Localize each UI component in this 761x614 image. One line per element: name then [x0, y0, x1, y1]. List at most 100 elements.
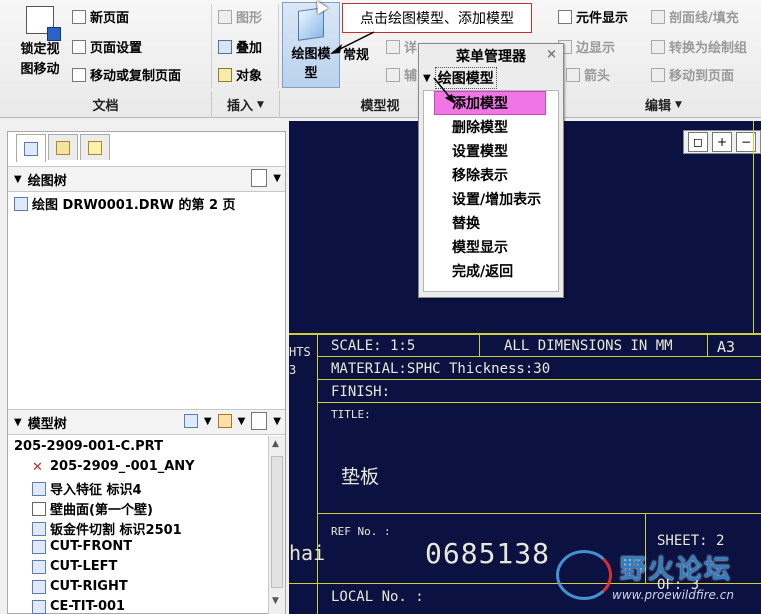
arrow-label: 箭头: [584, 69, 611, 84]
page-setup-icon: [72, 39, 86, 54]
title-block-line: [317, 333, 318, 614]
tree-view-icon: [24, 141, 38, 156]
drawing-tree-item[interactable]: 绘图 DRW0001.DRW 的第 2 页: [14, 194, 236, 213]
chevron-down-icon: ▼: [257, 99, 264, 110]
lock-view-move-button[interactable]: 锁定视 图移动: [12, 6, 68, 88]
graphic-button[interactable]: 图形: [218, 7, 262, 26]
new-page-button[interactable]: 新页面: [72, 7, 129, 26]
list-item[interactable]: CUT-LEFT: [32, 559, 117, 574]
model-tree-settings-icon[interactable]: [251, 412, 268, 430]
zoom-in-icon[interactable]: +: [712, 132, 732, 152]
list-item[interactable]: 钣金件切割 标识2501: [32, 519, 182, 538]
move-copy-page-label: 移动或复制页面: [90, 69, 182, 84]
chevron-down-icon[interactable]: ▼: [204, 416, 212, 427]
model-tree-title: 模型树: [27, 416, 67, 432]
collapse-triangle-icon[interactable]: ▼: [14, 174, 22, 185]
cut-icon: [32, 599, 46, 614]
tab-folder-browser[interactable]: [48, 134, 78, 160]
list-item[interactable]: CUT-RIGHT: [32, 579, 128, 594]
menu-item-remove-representation[interactable]: 移除表示: [424, 163, 558, 187]
menu-manager-title: 菜单管理器 ×: [456, 47, 557, 65]
list-item[interactable]: ✕ 205-2909_-001_ANY: [32, 459, 195, 475]
menu-item-replace[interactable]: 替换: [424, 211, 558, 235]
drawing-tree-header[interactable]: ▼ 绘图树 ▼: [8, 166, 285, 192]
show-icon[interactable]: [183, 414, 198, 428]
chevron-down-icon[interactable]: ▼: [273, 173, 281, 184]
move-copy-page-icon: [72, 67, 86, 82]
ribbon-divider: [278, 4, 279, 88]
object-label: 对象: [236, 69, 263, 84]
menu-arrow-icon: [433, 77, 455, 104]
forum-watermark: 野火论坛 www.proewildfire.cn: [546, 546, 761, 614]
navigator-panel: ▼ 绘图树 ▼ 绘图 DRW0001.DRW 的第 2 页 ▼ 模型树 ▼ ▼ …: [7, 131, 286, 614]
model-tree-root[interactable]: 205-2909-001-C.PRT: [14, 439, 163, 454]
page-setup-button[interactable]: 页面设置: [72, 37, 142, 56]
move-to-page-button[interactable]: 移动到页面: [651, 65, 734, 84]
all-dimensions-text: ALL DIMENSIONS IN MM: [504, 338, 673, 354]
overlay-button[interactable]: 叠加: [218, 37, 262, 56]
menu-item-set-add-representation[interactable]: 设置/增加表示: [424, 187, 558, 211]
convert-draw-group-icon: [651, 39, 665, 54]
title-block-line: [317, 379, 761, 380]
arrow-button[interactable]: 箭头: [566, 65, 610, 84]
ref-no-label: REF No. :: [331, 525, 391, 538]
ref-no-value: 0685138: [425, 537, 551, 570]
arrow-icon: [566, 67, 580, 82]
finish-text: FINISH:: [331, 384, 391, 400]
auxiliary-view-label: 辅: [404, 69, 418, 84]
model-tree-header[interactable]: ▼ 模型树 ▼ ▼ ▼: [8, 409, 285, 435]
object-icon: [218, 67, 232, 82]
material-text: MATERIAL:SPHC Thickness:30: [331, 361, 551, 377]
title-block-line: [317, 356, 761, 357]
title-block-line: [289, 333, 761, 335]
drawing-tree-settings-icon[interactable]: [251, 169, 268, 187]
object-button[interactable]: 对象: [218, 65, 262, 84]
menu-item-set-model[interactable]: 设置模型: [424, 139, 558, 163]
cut-icon: [32, 559, 46, 574]
scroll-up-icon[interactable]: ▲: [272, 439, 279, 449]
title-block-line: [707, 333, 708, 356]
left-cut-text: HTS: [289, 345, 311, 359]
list-item[interactable]: CE-TIT-001: [32, 599, 125, 614]
page-setup-label: 页面设置: [90, 41, 143, 56]
title-block-line: [317, 402, 761, 403]
menu-item-model-display[interactable]: 模型显示: [424, 235, 558, 259]
chevron-down-icon[interactable]: ▼: [273, 416, 281, 427]
scrollbar-thumb[interactable]: [271, 456, 283, 588]
insert-group-dropdown[interactable]: 插入 ▼: [212, 91, 280, 118]
drawing-model-label-line2: 型: [304, 66, 318, 81]
list-item[interactable]: 壁曲面(第一个壁): [32, 499, 153, 518]
lock-view-label-line1: 锁定视: [20, 42, 60, 57]
model-tree-scrollbar[interactable]: ▲ ▼: [268, 436, 285, 614]
auxiliary-view-icon: [386, 67, 400, 82]
left-cut-text: hai: [289, 541, 326, 565]
auxiliary-view-button[interactable]: 辅: [386, 65, 417, 84]
list-item[interactable]: 导入特征 标识4: [32, 479, 142, 498]
element-display-button[interactable]: 元件显示: [558, 7, 628, 26]
convert-draw-group-button[interactable]: 转换为绘制组: [651, 37, 747, 56]
menu-item-delete-model[interactable]: 删除模型: [424, 115, 558, 139]
edit-group-dropdown[interactable]: 编辑 ▼: [566, 91, 761, 118]
watermark-title: 野火论坛: [620, 555, 733, 585]
chevron-down-icon[interactable]: ▼: [238, 416, 246, 427]
hatch-fill-button[interactable]: 剖面线/填充: [651, 7, 739, 26]
lock-view-label-line2: 图移动: [20, 62, 60, 77]
title-block-line: [317, 513, 761, 514]
refit-icon[interactable]: ◻: [688, 132, 708, 152]
detail-view-button[interactable]: 详: [386, 37, 417, 56]
list-item[interactable]: CUT-FRONT: [32, 539, 132, 554]
hatch-fill-label: 剖面线/填充: [669, 11, 739, 26]
tools-icon[interactable]: [217, 414, 232, 428]
navigator-tabs: [16, 134, 110, 162]
left-cut-text: 3: [289, 363, 297, 377]
folder-icon: [56, 140, 70, 155]
collapse-triangle-icon[interactable]: ▼: [14, 417, 22, 428]
menu-item-done-return[interactable]: 完成/返回: [424, 259, 558, 283]
tab-tree-view[interactable]: [16, 134, 46, 162]
cut-icon: [32, 539, 46, 554]
move-copy-page-button[interactable]: 移动或复制页面: [72, 65, 181, 84]
close-icon[interactable]: ×: [546, 47, 557, 62]
boundary-display-button[interactable]: 边显示: [558, 37, 615, 56]
scroll-down-icon[interactable]: ▼: [272, 596, 279, 606]
tab-favorites[interactable]: [80, 134, 110, 160]
